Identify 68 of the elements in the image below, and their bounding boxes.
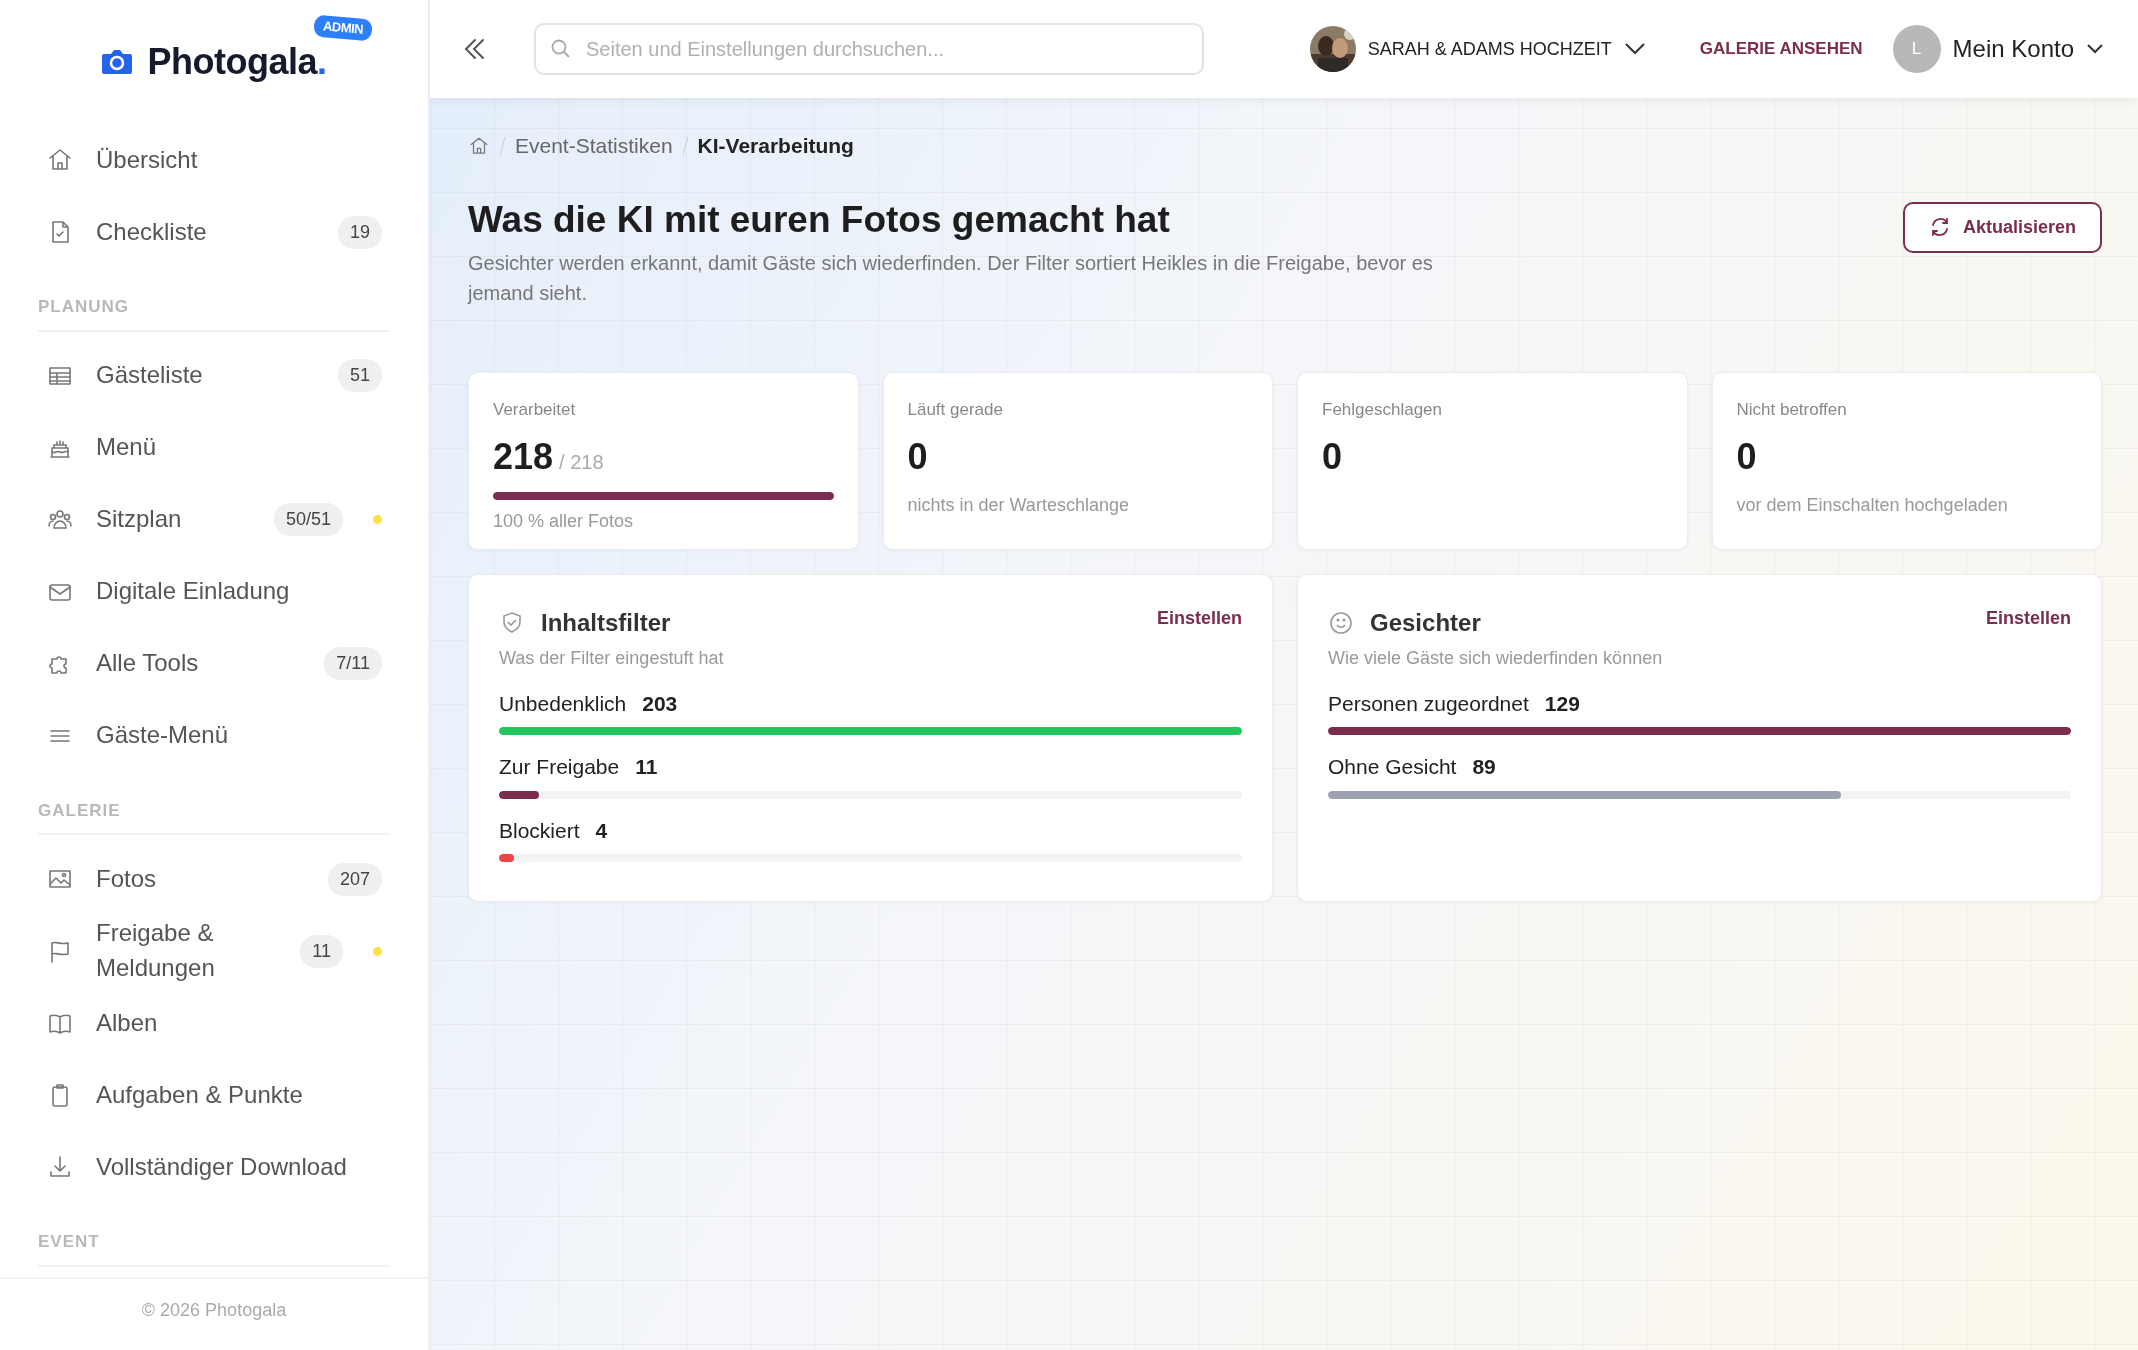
avatar: L (1892, 25, 1941, 73)
account-menu[interactable]: L Mein Konto (1886, 24, 2110, 74)
bar-label: Unbedenklich (499, 690, 627, 717)
count-badge: 50/51 (273, 503, 343, 536)
bar-label: Blockiert (499, 817, 580, 844)
stat-label: Nicht betroffen (1736, 398, 1848, 421)
count-badge: 207 (327, 862, 382, 896)
count-badge: 7/11 (324, 647, 382, 680)
smile-icon (1328, 609, 1354, 636)
count-badge: 51 (337, 359, 382, 392)
brand-dot: . (317, 41, 327, 82)
stat-total: / 218 (559, 450, 604, 476)
stat-label: Fehlgeschlagen (1322, 398, 1444, 421)
chevron-down-icon (1623, 42, 1646, 56)
brand-name: Photogala. (147, 41, 327, 82)
bar-value: 89 (1472, 754, 1496, 781)
page-description: Gesichter werden erkannt, damit Gäste sich wiederfinden. Der Filter sortiert Heikles in die Freigabe, bevor es jemand sieht. (468, 250, 1434, 306)
sidebar-item[interactable]: Menü (38, 411, 390, 484)
refresh-button[interactable]: Aktualisieren (1902, 201, 2102, 253)
sidebar-item[interactable]: Aufgaben & Punkte (38, 1059, 390, 1131)
bar-label: Ohne Gesicht (1328, 754, 1457, 781)
stat-value: 0 (1322, 435, 1343, 480)
sidebar-item[interactable]: Checkliste 19 (38, 196, 390, 268)
search-field[interactable]: Seiten und Einstellungen durchsuchen... (534, 23, 1204, 75)
bar-value: 129 (1544, 690, 1580, 717)
section-heading: EVENT (38, 1203, 390, 1267)
bar-value: 11 (635, 754, 658, 781)
bar-label: Personen zugeordnet (1328, 690, 1529, 717)
section-heading: PLANUNG (38, 268, 390, 332)
page-title: Was die KI mit euren Fotos gemacht hat (468, 197, 1171, 242)
stat-note: 100 % aller Fotos (493, 510, 635, 534)
settings-link[interactable]: Einstellen (1156, 604, 1242, 632)
admin-badge: ADMIN (313, 14, 374, 41)
count-badge: 11 (300, 934, 343, 968)
sidebar-item[interactable]: Vollständiger Download (38, 1131, 390, 1203)
sidebar-item[interactable]: Digitale Einladung (38, 555, 390, 628)
chevron-down-icon (2086, 43, 2104, 55)
event-selector[interactable]: SARAH & ADAMS HOCHZEIT (1303, 25, 1652, 73)
breadcrumb-current: KI-Verarbeitung (697, 133, 854, 159)
breadcrumb-link[interactable]: Event-Statistiken (515, 130, 673, 162)
bar-value: 203 (642, 690, 678, 717)
sidebar-item[interactable]: Gäste-Menü (38, 699, 390, 772)
gallery-link[interactable]: GALERIE ANSEHEN (1699, 36, 1863, 62)
stat-label: Läuft gerade (907, 398, 1004, 421)
sidebar-item[interactable]: Freigabe & Meldungen 11 (38, 915, 390, 987)
stat-note: vor dem Einschalten hochgeladen (1736, 494, 2009, 518)
settings-link[interactable]: Einstellen (1985, 604, 2071, 632)
camera-icon (101, 48, 134, 76)
panel-title: Inhaltsfilter (541, 607, 671, 638)
count-badge: 19 (337, 215, 382, 249)
sidebar-item[interactable]: Sitzplan 50/51 (38, 483, 390, 556)
stat-value: 0 (907, 435, 928, 480)
sidebar-item[interactable]: Gästeliste 51 (38, 339, 390, 412)
sidebar-item[interactable]: Alben (38, 987, 390, 1059)
panel-subtitle: Was der Filter eingestuft hat (499, 646, 725, 670)
copyright-text: © 2026 Photogala (0, 1277, 428, 1350)
bar-label: Zur Freigabe (499, 754, 620, 781)
panel-subtitle: Wie viele Gäste sich wiederfinden können (1328, 646, 1664, 670)
sidebar-item[interactable]: Übersicht (38, 124, 390, 196)
stat-value: 218 (493, 435, 554, 480)
stat-label: Verarbeitet (493, 398, 577, 421)
sidebar-item[interactable]: Alle Tools 7/11 (38, 627, 390, 700)
bar-value: 4 (595, 817, 608, 844)
stat-value: 0 (1736, 435, 1757, 480)
stat-note: nichts in der Warteschlange (907, 494, 1130, 518)
panel-title: Gesichter (1370, 607, 1481, 638)
section-heading: GALERIE (38, 771, 390, 835)
sidebar-item[interactable]: Fotos 207 (38, 843, 390, 915)
